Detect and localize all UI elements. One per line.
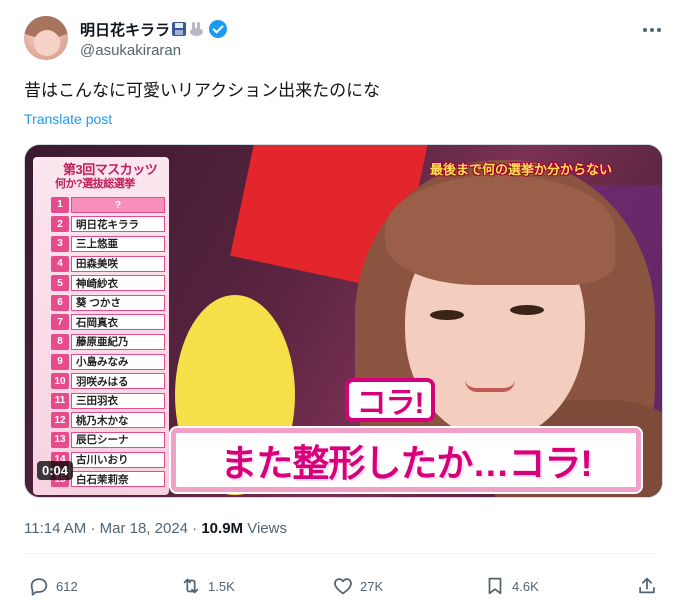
heart-icon [334, 578, 352, 595]
tweet-time[interactable]: 11:14 AM [24, 520, 86, 537]
ranking-number: 11 [51, 392, 69, 409]
ranking-name: 田森美咲 [71, 255, 165, 272]
views-label: Views [247, 520, 287, 537]
repost-button[interactable]: 1.5K [180, 575, 235, 597]
ranking-row: 4 田森美咲 [51, 254, 167, 274]
ranking-name: 古川いおり [71, 451, 165, 468]
ranking-number: 12 [51, 412, 69, 429]
ranking-number: 2 [51, 216, 69, 233]
ranking-row: 2 明日花キララ [51, 215, 167, 235]
ranking-number: 4 [51, 255, 69, 272]
ranking-number: 10 [51, 373, 69, 390]
like-count: 27K [360, 578, 384, 594]
bookmark-icon [488, 577, 502, 595]
ranking-number: 3 [51, 235, 69, 252]
tweet-card: 明日花キララ @asukakiraran 昔はこんなに可愛いリアクション出来たの… [0, 0, 680, 610]
ranking-number: 9 [51, 353, 69, 370]
ranking-row: 10 羽咲みはる [51, 371, 167, 391]
repost-count: 1.5K [208, 578, 235, 594]
ranking-name: 明日花キララ [71, 216, 165, 233]
verified-icon[interactable] [209, 20, 228, 38]
avatar[interactable] [24, 16, 68, 60]
ranking-name: 三上悠亜 [71, 235, 165, 252]
reply-icon [30, 578, 48, 596]
ranking-number: 5 [51, 275, 69, 292]
ranking-name: 桃乃木かな [71, 412, 165, 429]
meta-separator: · [90, 520, 96, 537]
ranking-name: 三田羽衣 [71, 392, 165, 409]
ranking-name: 藤原亜紀乃 [71, 333, 165, 350]
ranking-row: 3 三上悠亜 [51, 234, 167, 254]
author-name-row: 明日花キララ [80, 18, 228, 40]
share-button[interactable] [636, 575, 658, 597]
ranking-row: 6葵 つかさ [51, 293, 167, 313]
ranking-row: 11 三田羽衣 [51, 391, 167, 411]
top-caption: 最後まで何の選挙か分からない [430, 162, 613, 177]
ranking-name: 葵 つかさ [71, 294, 165, 311]
reply-button[interactable]: 612 [28, 575, 78, 597]
kora-caption: コラ! [345, 378, 435, 422]
bookmark-button[interactable]: 4.6K [484, 575, 539, 597]
ranking-row: 12 桃乃木かな [51, 411, 167, 431]
repost-icon [183, 578, 199, 594]
views-count: 10.9M [201, 520, 244, 537]
ranking-row: 7 石岡真衣 [51, 313, 167, 333]
ranking-number: 7 [51, 314, 69, 331]
tweet-date[interactable]: Mar 18, 2024 [100, 520, 188, 537]
author-handle[interactable]: @asukakiraran [80, 42, 181, 59]
ranking-number: 1 [51, 196, 69, 213]
ranking-name: 小島みなみ [71, 353, 165, 370]
floppy-disk-icon [172, 22, 187, 36]
reply-count: 612 [56, 578, 78, 594]
ranking-name: 石岡真衣 [71, 314, 165, 331]
ranking-row: 5 神崎紗衣 [51, 273, 167, 293]
bookmark-count: 4.6K [512, 578, 539, 594]
ranking-panel: 第3回マスカッツ 何か?選抜総選挙 1? 2 明日花キララ 3 三上悠亜 4 田森美咲 5 神崎… [33, 157, 169, 495]
ranking-row: 8 藤原亜紀乃 [51, 332, 167, 352]
tweet-meta: 11:14 AM · Mar 18, 2024 · 10.9M Views [24, 520, 287, 537]
main-caption-box: また整形したか…コラ! [171, 428, 641, 492]
ranking-subtitle: 何か?選抜総選挙 [55, 178, 135, 190]
like-button[interactable]: 27K [332, 575, 383, 597]
video-duration-badge: 0:04 [37, 461, 74, 480]
ranking-name: 羽咲みはる [71, 373, 165, 390]
ranking-number: 8 [51, 333, 69, 350]
ranking-name: 神崎紗衣 [71, 275, 165, 292]
divider [24, 553, 656, 554]
ranking-row: 1? [51, 195, 167, 215]
main-caption: また整形したか…コラ! [220, 443, 592, 484]
ranking-number: 13 [51, 431, 69, 448]
ranking-row: 9 小島みなみ [51, 352, 167, 372]
ranking-name: 辰巳シーナ [71, 431, 165, 448]
translate-post-link[interactable]: Translate post [24, 111, 112, 127]
ranking-number: 6 [51, 294, 69, 311]
rabbit-icon [189, 22, 205, 36]
video-player[interactable]: 第3回マスカッツ 何か?選抜総選挙 1? 2 明日花キララ 3 三上悠亜 4 田森美咲 5 神崎… [24, 144, 663, 498]
meta-separator: · [192, 520, 198, 537]
ranking-name: 白石茉莉奈 [71, 471, 165, 488]
author-display-name[interactable]: 明日花キララ [80, 19, 170, 40]
ranking-row: 13 辰巳シーナ [51, 430, 167, 450]
ranking-list: 1? 2 明日花キララ 3 三上悠亜 4 田森美咲 5 神崎紗衣 6 葵 つかさ 7 石岡真衣 8 藤原亜紀… [51, 195, 167, 489]
tweet-text: 昔はこんなに可愛いリアクション出来たのにな [24, 81, 381, 100]
ranking-name: ? [71, 196, 165, 213]
share-icon [639, 577, 655, 594]
more-options-icon[interactable] [640, 18, 664, 42]
